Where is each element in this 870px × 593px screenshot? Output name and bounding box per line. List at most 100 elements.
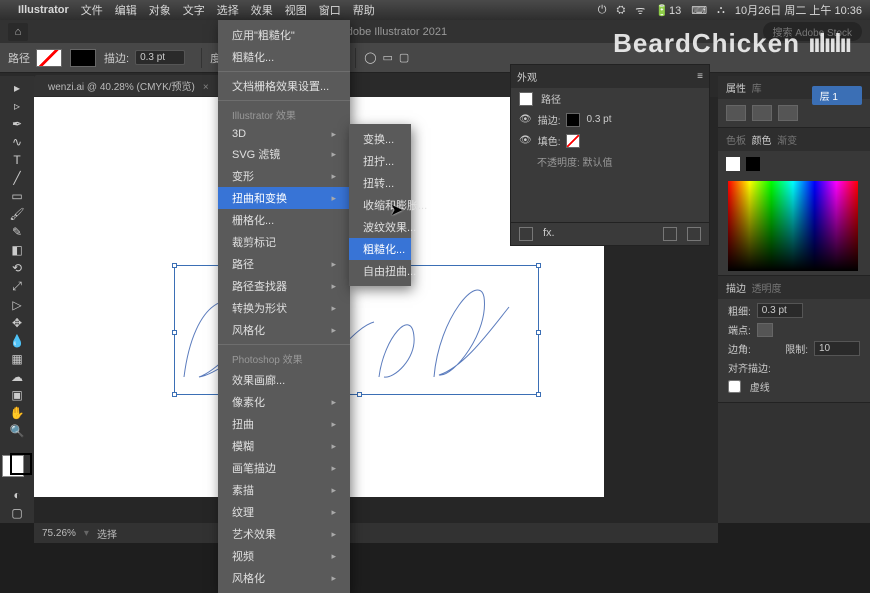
mi-rasterize[interactable]: 栅格化... bbox=[218, 209, 350, 231]
menu-view[interactable]: 视图 bbox=[285, 2, 307, 18]
mi-path[interactable]: 路径 bbox=[218, 253, 350, 275]
sub-transform[interactable]: 变换... bbox=[349, 128, 411, 150]
stroke-swatch[interactable] bbox=[70, 49, 96, 67]
eyedropper-tool[interactable]: 💧 bbox=[3, 333, 31, 349]
mi-gallery[interactable]: 效果画廊... bbox=[218, 369, 350, 391]
new-icon[interactable] bbox=[663, 227, 677, 241]
zoom-tool[interactable]: 🔍 bbox=[3, 423, 31, 439]
mi-roughen[interactable]: 粗糙化... bbox=[218, 46, 350, 68]
mi-warp[interactable]: 变形 bbox=[218, 165, 350, 187]
mi-texture[interactable]: 纹理 bbox=[218, 501, 350, 523]
menu-effect[interactable]: 效果 bbox=[251, 2, 273, 18]
mi-blur[interactable]: 模糊 bbox=[218, 435, 350, 457]
eraser-tool[interactable]: ◧ bbox=[3, 242, 31, 258]
menu-select[interactable]: 选择 bbox=[217, 2, 239, 18]
artboard-tool[interactable]: ▣ bbox=[3, 387, 31, 403]
sub-freedistort[interactable]: 自由扭曲... bbox=[349, 260, 411, 282]
mi-stylize2[interactable]: 风格化 bbox=[218, 567, 350, 589]
screen-mode[interactable]: ▢ bbox=[3, 505, 31, 521]
eye-icon[interactable]: 👁 bbox=[519, 114, 532, 125]
sub-twist[interactable]: 扭拧... bbox=[349, 150, 411, 172]
black-swatch[interactable] bbox=[746, 157, 760, 171]
mi-pixelate[interactable]: 像素化 bbox=[218, 391, 350, 413]
mi-distort-transform[interactable]: 扭曲和变换 bbox=[218, 187, 350, 209]
mi-apply-last[interactable]: 应用"粗糙化" bbox=[218, 24, 350, 46]
dashed-checkbox[interactable] bbox=[728, 380, 741, 393]
mi-svg[interactable]: SVG 滤镜 bbox=[218, 143, 350, 165]
mi-sketch[interactable]: 素描 bbox=[218, 479, 350, 501]
fill-sw[interactable] bbox=[566, 134, 580, 148]
color-panel[interactable]: 色板 颜色 渐变 bbox=[718, 128, 870, 276]
status-icon[interactable]: ⏻ bbox=[598, 4, 607, 17]
shaper-tool[interactable]: ✎ bbox=[3, 224, 31, 240]
eye-icon[interactable]: 👁 bbox=[519, 135, 532, 146]
mi-3d[interactable]: 3D bbox=[218, 125, 350, 143]
stroke-color[interactable] bbox=[10, 453, 32, 475]
home-button[interactable]: ⌂ bbox=[8, 23, 28, 41]
trash-icon[interactable] bbox=[687, 227, 701, 241]
doc-tab[interactable]: wenzi.ai @ 40.28% (CMYK/预览)× bbox=[34, 75, 223, 96]
selection-tool[interactable]: ▸ bbox=[3, 80, 31, 96]
mi-artistic[interactable]: 艺术效果 bbox=[218, 523, 350, 545]
pen-tool[interactable]: ✒ bbox=[3, 116, 31, 132]
menu-object[interactable]: 对象 bbox=[149, 2, 171, 18]
input-icon[interactable]: ⌨ bbox=[691, 4, 707, 17]
rotate-tool[interactable]: ⟲ bbox=[3, 260, 31, 276]
color-mode[interactable]: ◐ bbox=[3, 487, 31, 503]
free-transform-tool[interactable]: ✥ bbox=[3, 315, 31, 331]
rectangle-tool[interactable]: ▭ bbox=[3, 188, 31, 204]
sub-twirl[interactable]: 扭转... bbox=[349, 172, 411, 194]
status-icon[interactable]: ⛭ bbox=[616, 4, 625, 17]
fx-label[interactable]: fx. bbox=[543, 227, 555, 241]
width-tool[interactable]: ▷ bbox=[3, 297, 31, 313]
line-tool[interactable]: ╱ bbox=[3, 170, 31, 186]
miter-limit[interactable]: 10 bbox=[814, 341, 860, 356]
stroke-weight-input[interactable]: 0.3 pt bbox=[135, 50, 185, 65]
curvature-tool[interactable]: ∿ bbox=[3, 134, 31, 150]
gradient-tool[interactable]: ▦ bbox=[3, 351, 31, 367]
align-icon[interactable]: ◯ bbox=[364, 51, 376, 64]
align-icon[interactable]: ▭ bbox=[383, 51, 393, 64]
mac-app-name[interactable]: Illustrator bbox=[18, 4, 69, 16]
stroke-weight[interactable]: 0.3 pt bbox=[757, 303, 803, 318]
zoom-level[interactable]: 75.26% bbox=[42, 528, 76, 539]
panel-icon[interactable] bbox=[726, 105, 746, 121]
sub-roughen[interactable]: 粗糙化... bbox=[349, 238, 411, 260]
color-spectrum[interactable] bbox=[728, 181, 858, 271]
menu-window[interactable]: 窗口 bbox=[319, 2, 341, 18]
status-icon[interactable]: ⛬ bbox=[717, 4, 725, 17]
symbol-tool[interactable]: ☁ bbox=[3, 369, 31, 385]
white-swatch[interactable] bbox=[726, 157, 740, 171]
layer-chip[interactable]: 层 1 bbox=[812, 86, 862, 105]
cap-butt[interactable] bbox=[757, 323, 773, 337]
panel-icon[interactable] bbox=[778, 105, 798, 121]
hand-tool[interactable]: ✋ bbox=[3, 405, 31, 421]
mi-video[interactable]: 视频 bbox=[218, 545, 350, 567]
fx-icon[interactable] bbox=[519, 227, 533, 241]
obj-swatch[interactable] bbox=[519, 92, 533, 106]
menu-help[interactable]: 帮助 bbox=[353, 2, 375, 18]
scale-tool[interactable]: ⤢ bbox=[3, 279, 31, 295]
panel-icon[interactable] bbox=[752, 105, 772, 121]
mi-brushstrokes[interactable]: 画笔描边 bbox=[218, 457, 350, 479]
menu-edit[interactable]: 编辑 bbox=[115, 2, 137, 18]
brush-tool[interactable]: 🖌 bbox=[3, 206, 31, 222]
menu-type[interactable]: 文字 bbox=[183, 2, 205, 18]
align-icon[interactable]: ▢ bbox=[399, 51, 409, 64]
mi-stylize[interactable]: 风格化 bbox=[218, 319, 350, 341]
wifi-icon[interactable]: ᯤ bbox=[635, 3, 645, 18]
panel-menu-icon[interactable]: ≡ bbox=[697, 71, 703, 82]
menu-file[interactable]: 文件 bbox=[81, 2, 103, 18]
direct-select-tool[interactable]: ▹ bbox=[3, 98, 31, 114]
close-icon[interactable]: × bbox=[203, 82, 209, 93]
stroke-sw[interactable] bbox=[566, 113, 580, 127]
mi-distort2[interactable]: 扭曲 bbox=[218, 413, 350, 435]
mi-pathfinder[interactable]: 路径查找器 bbox=[218, 275, 350, 297]
mi-cropmarks[interactable]: 裁剪标记 bbox=[218, 231, 350, 253]
battery-icon[interactable]: 🔋13 bbox=[655, 4, 681, 17]
mi-docfx[interactable]: 文档栅格效果设置... bbox=[218, 75, 350, 97]
type-tool[interactable]: T bbox=[3, 152, 31, 168]
fill-swatch[interactable] bbox=[36, 49, 62, 67]
appearance-panel[interactable]: 外观≡ 路径 👁描边:0.3 pt 👁填色: 不透明度: 默认值 fx. bbox=[510, 64, 710, 246]
stroke-panel[interactable]: 描边 透明度 粗细:0.3 pt 端点: 边角:限制:10 对齐描边: 虚线 bbox=[718, 276, 870, 403]
